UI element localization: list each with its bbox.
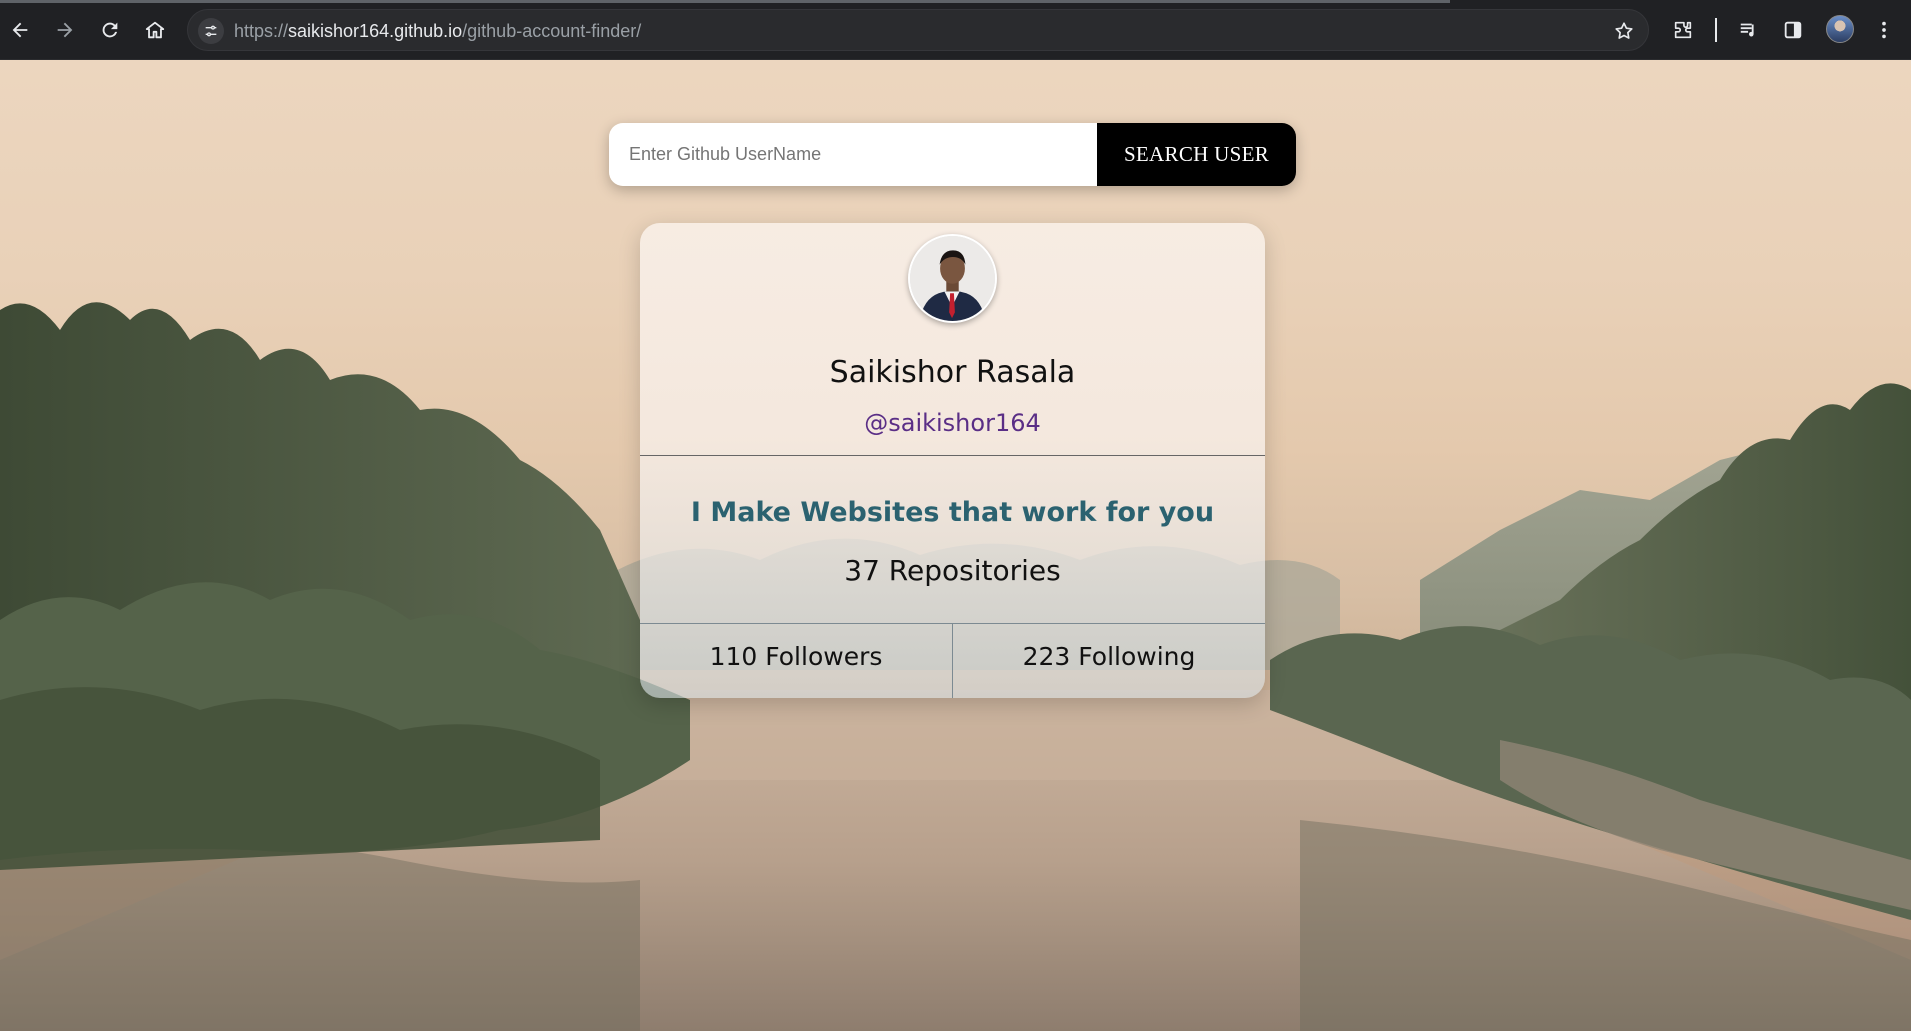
url-scheme: https:// (234, 21, 289, 41)
followers-count: 110 Followers (640, 624, 953, 698)
side-panel-button[interactable] (1775, 12, 1811, 48)
profile-username-link[interactable]: @saikishor164 (640, 409, 1265, 437)
reload-icon (102, 22, 118, 38)
card-divider (640, 455, 1265, 456)
following-count: 223 Following (1022, 641, 1196, 671)
forward-button[interactable] (47, 12, 83, 48)
repositories-count: 37 Repositories (844, 554, 1061, 587)
url-text[interactable]: https://saikishor164.github.io/github-ac… (234, 21, 641, 42)
reload-button[interactable] (92, 12, 128, 48)
home-icon (145, 21, 165, 39)
site-info-icon[interactable] (198, 18, 224, 44)
browser-profile-avatar[interactable] (1826, 15, 1854, 43)
more-vert-icon (1882, 21, 1886, 39)
back-button[interactable] (2, 12, 38, 48)
arrow-right-icon (57, 22, 73, 38)
url-host: saikishor164.github.io (288, 21, 463, 41)
bookmark-star-icon[interactable] (1612, 19, 1636, 43)
profile-stats: 110 Followers 223 Following (640, 624, 1265, 698)
profile-name: Saikishor Rasala (829, 355, 1076, 390)
profile-avatar (908, 234, 997, 323)
browser-menu-button[interactable] (1866, 12, 1902, 48)
puzzle-icon (1674, 21, 1692, 39)
search-user-button[interactable]: SEARCH USER (1097, 123, 1296, 186)
queue-music-icon (1740, 23, 1757, 37)
profile-bio: I Make Websites that work for you (690, 497, 1215, 528)
username-search-input[interactable] (609, 123, 1097, 186)
browser-toolbar: https://saikishor164.github.io/github-ac… (0, 0, 1911, 60)
search-bar: SEARCH USER (609, 123, 1296, 186)
url-path: /github-account-finder/ (462, 21, 642, 41)
extensions-button[interactable] (1665, 12, 1701, 48)
arrow-left-icon (12, 22, 28, 38)
side-panel-icon (1784, 21, 1802, 39)
page-viewport: SEARCH USER Saikishor Rasala @saikishor1… (0, 60, 1911, 1031)
profile-card-header: Saikishor Rasala @saikishor164 (640, 223, 1265, 455)
address-bar[interactable]: https://saikishor164.github.io/github-ac… (187, 9, 1649, 51)
media-controls-button[interactable] (1731, 12, 1767, 48)
loading-bar (0, 0, 1450, 3)
profile-card: Saikishor Rasala @saikishor164 I Make We… (640, 223, 1265, 698)
toolbar-separator (1715, 18, 1717, 42)
home-button[interactable] (137, 12, 173, 48)
